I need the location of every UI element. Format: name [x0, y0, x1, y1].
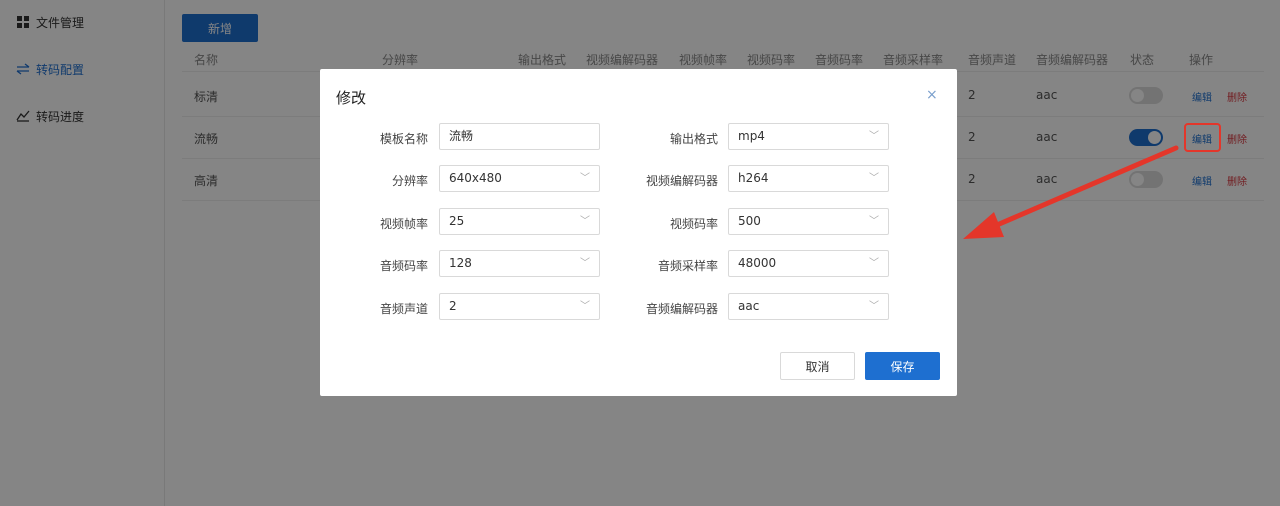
chevron-down-icon: ﹀ [869, 173, 879, 184]
field-value: h264 [738, 171, 769, 185]
save-button[interactable]: 保存 [865, 352, 940, 380]
cancel-button[interactable]: 取消 [780, 352, 855, 380]
field-value: mp4 [738, 129, 765, 143]
audio-codec-select[interactable]: aac ﹀ [728, 293, 889, 320]
field-label: 视频编解码器 [645, 174, 718, 188]
modal-title: 修改 [336, 89, 367, 107]
field-value: aac [738, 299, 760, 313]
template-name-input[interactable]: 流畅 [439, 123, 600, 150]
chevron-down-icon: ﹀ [580, 301, 590, 312]
resolution-select[interactable]: 640x480 ﹀ [439, 165, 600, 192]
field-label: 模板名称 [379, 132, 428, 146]
field-label: 输出格式 [669, 132, 718, 146]
field-label: 视频帧率 [379, 217, 428, 231]
output-format-select[interactable]: mp4 ﹀ [728, 123, 889, 150]
field-label: 音频声道 [379, 302, 428, 316]
audio-channels-select[interactable]: 2 ﹀ [439, 293, 600, 320]
field-value: 流畅 [449, 129, 474, 143]
video-fps-select[interactable]: 25 ﹀ [439, 208, 600, 235]
chevron-down-icon: ﹀ [869, 131, 879, 142]
field-label: 分辨率 [391, 174, 428, 188]
field-value: 2 [449, 299, 457, 313]
audio-bitrate-select[interactable]: 128 ﹀ [439, 250, 600, 277]
chevron-down-icon: ﹀ [869, 216, 879, 227]
audio-sample-rate-select[interactable]: 48000 ﹀ [728, 250, 889, 277]
video-bitrate-select[interactable]: 500 ﹀ [728, 208, 889, 235]
chevron-down-icon: ﹀ [580, 173, 590, 184]
field-label: 音频码率 [379, 259, 428, 273]
chevron-down-icon: ﹀ [869, 301, 879, 312]
chevron-down-icon: ﹀ [580, 258, 590, 269]
field-value: 500 [738, 214, 761, 228]
field-value: 640x480 [449, 171, 502, 185]
chevron-down-icon: ﹀ [869, 258, 879, 269]
field-value: 48000 [738, 256, 777, 270]
close-icon[interactable]: × [926, 87, 938, 103]
edit-modal: 修改 × 模板名称 流畅 输出格式 mp4 ﹀ 分辨率 640x480 ﹀ 视频… [320, 69, 957, 396]
field-label: 音频编解码器 [645, 302, 718, 316]
video-codec-select[interactable]: h264 ﹀ [728, 165, 889, 192]
field-label: 音频采样率 [657, 259, 718, 273]
field-value: 25 [449, 214, 465, 228]
field-value: 128 [449, 256, 472, 270]
chevron-down-icon: ﹀ [580, 216, 590, 227]
field-label: 视频码率 [669, 217, 718, 231]
